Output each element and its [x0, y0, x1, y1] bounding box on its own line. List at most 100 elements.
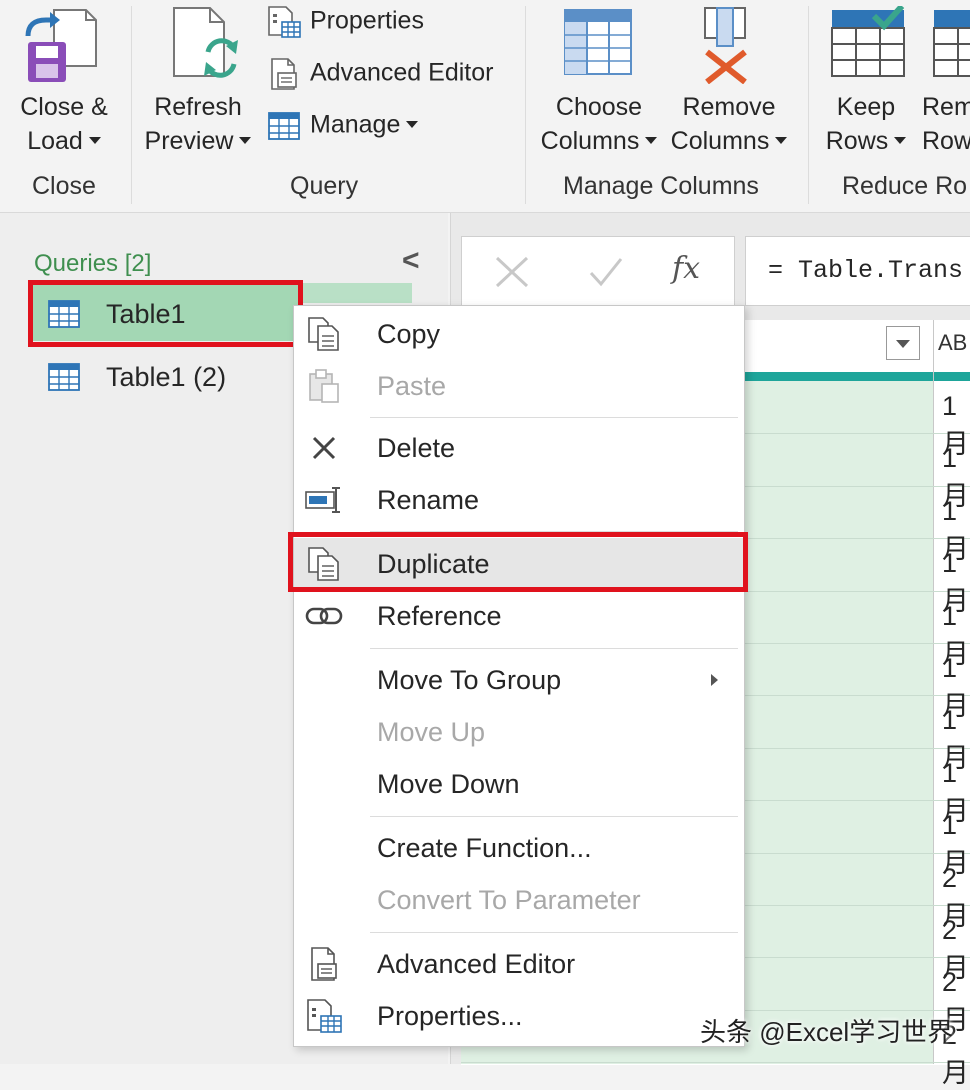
advanced-editor-icon	[304, 946, 344, 982]
chevron-down-icon	[239, 136, 252, 144]
column-filter-button[interactable]	[886, 326, 920, 360]
highlight-box-duplicate	[288, 532, 748, 592]
remove-columns-icon	[704, 7, 747, 84]
choose-columns-button[interactable]: Choose Columns	[535, 4, 663, 164]
advanced-editor-label: Advanced Editor	[310, 58, 494, 87]
properties-icon	[268, 6, 301, 38]
menu-item-move-down[interactable]: Move Down	[294, 758, 744, 810]
menu-item-create-function[interactable]: Create Function...	[294, 822, 744, 874]
menu-item-copy[interactable]: Copy	[294, 308, 744, 360]
menu-item-label: Move Down	[377, 769, 520, 799]
menu-item-label: Delete	[377, 433, 456, 463]
column-separator	[933, 320, 934, 1064]
copy-icon	[304, 316, 344, 352]
grid-row-divider	[461, 1062, 970, 1064]
table-icon	[48, 362, 80, 391]
advanced-editor-icon	[271, 58, 297, 90]
chevron-down-icon	[88, 136, 101, 144]
query-item-label: Table1 (2)	[106, 361, 227, 392]
chevron-down-icon	[645, 136, 658, 144]
remove-rows-button[interactable]: Rem Row	[922, 4, 970, 164]
refresh-icon	[173, 7, 238, 78]
close-and-load-label-1: Close &	[20, 93, 108, 121]
menu-item-paste: Paste	[294, 360, 744, 412]
keep-rows-button[interactable]: Keep Rows	[816, 4, 916, 164]
choose-columns-label-2: Columns	[540, 127, 640, 155]
remove-rows-label-1: Rem	[922, 93, 970, 121]
query-item-table1-2[interactable]: Table1 (2)	[30, 346, 300, 404]
column-type-icon[interactable]: AB	[938, 330, 967, 356]
rename-icon	[304, 482, 344, 518]
properties-label: Properties	[310, 6, 424, 35]
formula-input[interactable]: = Table.Trans	[745, 236, 970, 306]
remove-columns-button[interactable]: Remove Columns	[665, 4, 793, 164]
group-label-query: Query	[290, 172, 359, 200]
link-icon	[304, 598, 344, 634]
watermark: 头条 @Excel学习世界	[700, 1017, 954, 1047]
manage-button[interactable]: Manage	[266, 109, 419, 143]
chevron-down-icon	[775, 136, 788, 144]
remove-columns-label-1: Remove	[682, 93, 776, 121]
menu-item-label: Paste	[377, 371, 447, 401]
menu-item-label: Advanced Editor	[377, 949, 576, 979]
close-and-load-label-2: Load	[27, 127, 83, 155]
menu-item-label: Properties...	[377, 1001, 523, 1031]
refresh-label-2: Preview	[144, 127, 234, 155]
ribbon: Close & Load Close Refresh Preview Prope…	[0, 0, 970, 213]
menu-item-reference[interactable]: Reference	[294, 590, 744, 642]
queries-header: Queries [2]	[34, 250, 152, 277]
choose-columns-icon	[564, 9, 632, 75]
selected-query-bar	[298, 283, 412, 303]
keep-rows-label-1: Keep	[836, 93, 896, 121]
menu-item-advanced-editor[interactable]: Advanced Editor	[294, 938, 744, 990]
chevron-down-icon	[894, 136, 907, 144]
table-icon	[268, 112, 300, 140]
group-separator	[131, 6, 132, 204]
menu-separator	[370, 816, 738, 817]
menu-item-properties[interactable]: Properties...	[294, 990, 744, 1042]
menu-item-move-up: Move Up	[294, 706, 744, 758]
menu-item-label: Reference	[377, 601, 502, 631]
remove-rows-icon	[933, 10, 970, 77]
menu-item-delete[interactable]: Delete	[294, 422, 744, 474]
menu-item-label: Rename	[377, 485, 480, 515]
close-icon	[304, 430, 344, 466]
menu-item-convert-to-parameter: Convert To Parameter	[294, 874, 744, 926]
group-label-manage-columns: Manage Columns	[563, 172, 759, 200]
properties-button[interactable]: Properties	[266, 5, 424, 39]
group-separator	[525, 6, 526, 204]
group-label-reduce-rows: Reduce Ro	[842, 172, 968, 200]
keep-rows-label-2: Rows	[825, 127, 889, 155]
menu-item-label: Move Up	[377, 717, 486, 747]
remove-columns-label-2: Columns	[670, 127, 770, 155]
collapse-pane-button[interactable]: <	[402, 244, 420, 278]
highlight-box-table1	[28, 280, 303, 347]
keep-rows-icon	[831, 6, 905, 77]
remove-rows-label-2: Row	[922, 127, 970, 155]
fx-icon[interactable]: fx	[672, 251, 700, 286]
refresh-preview-button[interactable]: Refresh Preview	[138, 4, 258, 164]
formula-bar-buttons: fx	[461, 236, 735, 306]
check-icon[interactable]	[588, 255, 624, 289]
close-and-load-icon	[25, 9, 97, 82]
group-label-close: Close	[32, 172, 96, 200]
choose-columns-label-1: Choose	[555, 93, 643, 121]
manage-label: Manage	[310, 110, 401, 139]
menu-separator	[370, 932, 738, 933]
cancel-icon[interactable]	[494, 255, 530, 289]
refresh-label-1: Refresh	[154, 93, 242, 121]
menu-separator	[370, 648, 738, 649]
close-and-load-button[interactable]: Close & Load	[8, 4, 120, 164]
context-menu: Copy Paste Delete Rename Duplicate Refer…	[293, 305, 745, 1047]
menu-item-label: Move To Group	[377, 665, 562, 695]
menu-item-label: Convert To Parameter	[377, 885, 641, 915]
chevron-down-icon	[896, 340, 910, 348]
paste-icon	[304, 368, 344, 404]
menu-item-move-to-group[interactable]: Move To Group	[294, 654, 744, 706]
advanced-editor-button[interactable]: Advanced Editor	[266, 57, 493, 91]
properties-icon	[304, 998, 344, 1034]
menu-item-label: Copy	[377, 319, 441, 349]
menu-item-label: Create Function...	[377, 833, 592, 863]
menu-item-rename[interactable]: Rename	[294, 474, 744, 526]
chevron-right-icon	[711, 674, 718, 686]
